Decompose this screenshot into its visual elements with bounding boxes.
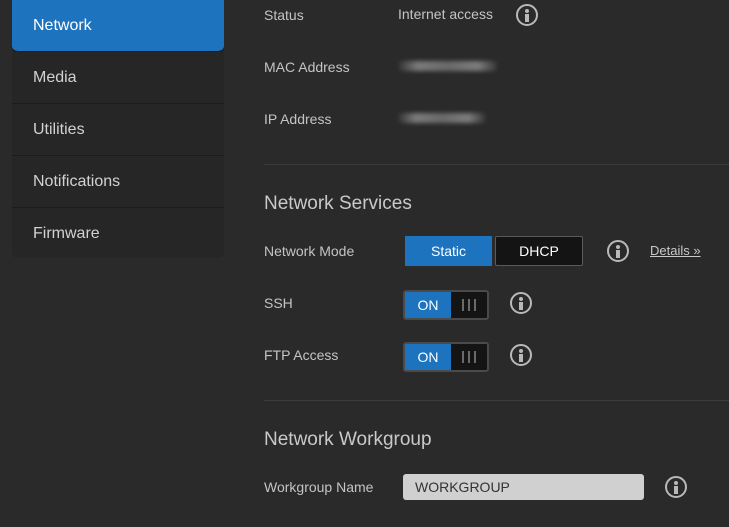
ftp-access-toggle[interactable]: ON: [403, 342, 489, 372]
sidebar-item-notifications[interactable]: Notifications: [12, 156, 224, 208]
toggle-grip-icon: [451, 344, 487, 370]
network-mode-selector: Static DHCP: [405, 236, 583, 266]
settings-sidebar: Network Media Utilities Notifications Fi…: [12, 0, 224, 258]
ip-address-value-redacted: [398, 113, 486, 123]
sidebar-item-network[interactable]: Network: [12, 0, 224, 52]
mac-address-label: MAC Address: [264, 59, 350, 75]
section-divider: [264, 400, 729, 401]
ip-address-label: IP Address: [264, 111, 332, 127]
sidebar-item-label: Network: [33, 16, 92, 34]
workgroup-name-input[interactable]: [403, 474, 644, 500]
toggle-on-label: ON: [405, 344, 451, 370]
ssh-toggle[interactable]: ON: [403, 290, 489, 320]
sidebar-item-label: Firmware: [33, 225, 100, 242]
static-mode-button[interactable]: Static: [405, 236, 492, 266]
sidebar-item-label: Utilities: [33, 120, 85, 138]
workgroup-name-label: Workgroup Name: [264, 479, 374, 495]
sidebar-item-media[interactable]: Media: [12, 52, 224, 104]
section-divider: [264, 164, 729, 165]
info-icon[interactable]: [665, 476, 687, 498]
details-link[interactable]: Details »: [650, 243, 701, 258]
info-icon[interactable]: [607, 240, 629, 262]
info-icon[interactable]: [510, 292, 532, 314]
ftp-access-label: FTP Access: [264, 347, 339, 363]
info-icon[interactable]: [516, 4, 538, 26]
network-mode-label: Network Mode: [264, 243, 355, 259]
toggle-on-label: ON: [405, 292, 451, 318]
dhcp-mode-button[interactable]: DHCP: [495, 236, 583, 266]
status-label: Status: [264, 7, 304, 23]
sidebar-item-label: Notifications: [33, 172, 121, 190]
status-value: Internet access: [398, 6, 493, 22]
mac-address-value-redacted: [398, 61, 498, 71]
info-icon[interactable]: [510, 344, 532, 366]
network-settings-panel: Status Internet access MAC Address IP Ad…: [264, 0, 729, 527]
network-services-title: Network Services: [264, 193, 412, 214]
toggle-grip-icon: [451, 292, 487, 318]
sidebar-item-utilities[interactable]: Utilities: [12, 104, 224, 156]
sidebar-item-firmware[interactable]: Firmware: [12, 208, 224, 258]
sidebar-item-label: Media: [33, 68, 77, 86]
network-workgroup-title: Network Workgroup: [264, 429, 432, 450]
ssh-label: SSH: [264, 295, 293, 311]
